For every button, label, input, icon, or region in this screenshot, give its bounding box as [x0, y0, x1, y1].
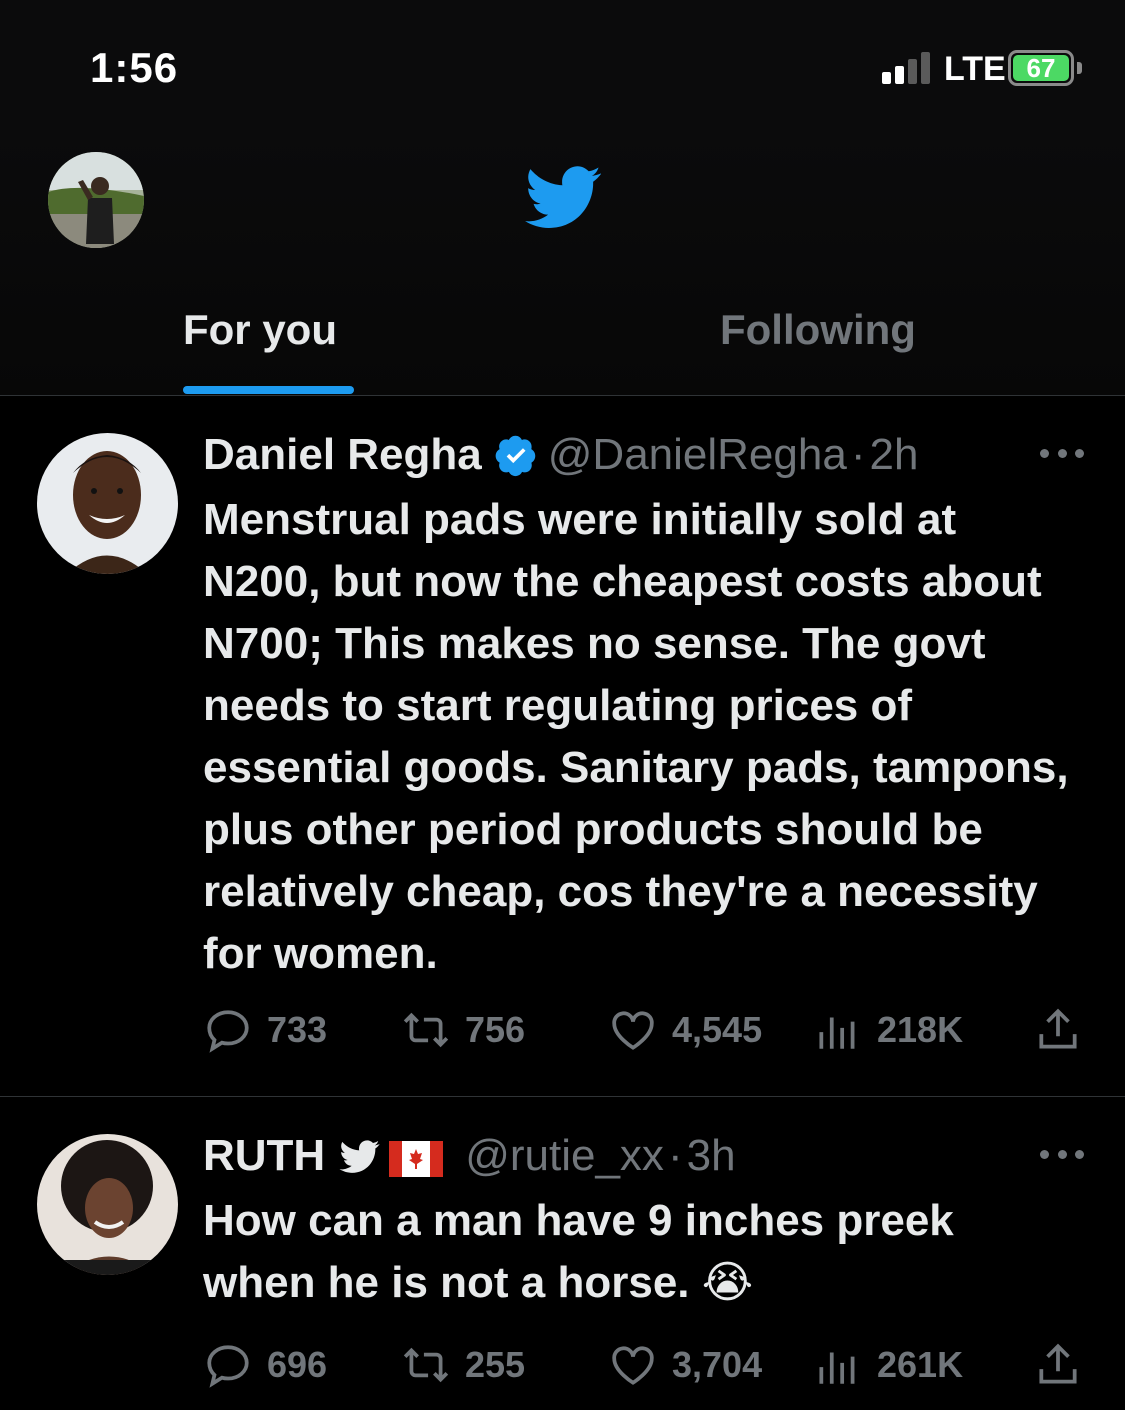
signal-strength-icon [882, 52, 936, 84]
reply-count: 733 [267, 1009, 328, 1050]
tweet-time[interactable]: 3h [687, 1131, 736, 1181]
views-button[interactable]: 218K [813, 1005, 963, 1055]
tweet-text-wrapper: How can a man have 9 inches preek when h… [203, 1190, 1023, 1314]
heart-icon [612, 1011, 654, 1050]
active-tab-indicator [183, 386, 354, 394]
like-count: 4,545 [672, 1009, 763, 1050]
crying-emoji: 😭 [701, 1258, 754, 1307]
separator: · [667, 1131, 683, 1180]
tweet-actions: 696 255 3,704 261K [203, 1340, 1088, 1390]
views-button[interactable]: 261K [813, 1340, 963, 1390]
twitter-bird-icon[interactable] [521, 158, 607, 234]
tweet-actions: 733 756 4,545 218K [203, 1005, 1088, 1055]
share-icon [1039, 1343, 1077, 1384]
battery-nub [1077, 62, 1082, 74]
verified-badge-icon [494, 433, 538, 477]
battery-level: 67 [1013, 55, 1069, 81]
retweet-button[interactable]: 756 [401, 1005, 525, 1055]
author-handle[interactable]: @rutie_xx [465, 1131, 664, 1181]
tweet-header: RUTH @rutie_xx · 3h [203, 1131, 736, 1181]
like-button[interactable]: 3,704 [608, 1340, 762, 1390]
profile-avatar[interactable] [48, 152, 144, 248]
view-count: 218K [877, 1009, 964, 1050]
tweet-text: How can a man have 9 inches preek when h… [203, 1196, 954, 1307]
retweet-icon [403, 1347, 449, 1383]
share-button[interactable] [1033, 1340, 1083, 1390]
retweet-button[interactable]: 255 [401, 1340, 525, 1390]
reply-icon [207, 1010, 249, 1053]
battery-icon: 67 [1008, 50, 1074, 86]
tweet-header: Daniel Regha @DanielRegha · 2h [203, 430, 918, 480]
tweet-time[interactable]: 2h [869, 430, 918, 480]
reply-button[interactable]: 696 [203, 1340, 327, 1390]
author-handle[interactable]: @DanielRegha [548, 430, 847, 480]
tweet-text: Menstrual pads were initially sold at N2… [203, 495, 1069, 978]
view-count: 261K [877, 1344, 964, 1385]
views-chart-icon [819, 1352, 855, 1384]
share-button[interactable] [1033, 1005, 1083, 1055]
tab-following[interactable]: Following [720, 306, 916, 354]
timeline-header: For you Following [0, 130, 1125, 396]
canada-flag-icon [389, 1138, 444, 1177]
reply-button[interactable]: 733 [203, 1005, 327, 1055]
like-button[interactable]: 4,545 [608, 1005, 762, 1055]
views-chart-icon [819, 1017, 855, 1049]
avatar[interactable] [37, 433, 178, 574]
separator: · [850, 430, 866, 479]
reply-count: 696 [267, 1344, 328, 1385]
tab-for-you[interactable]: For you [183, 306, 337, 354]
more-options-icon[interactable] [1040, 449, 1084, 461]
heart-icon [612, 1346, 654, 1385]
clock: 1:56 [90, 44, 179, 91]
avatar[interactable] [37, 1134, 178, 1275]
retweet-count: 255 [465, 1344, 526, 1385]
status-bar: 1:56 LTE 67 [0, 0, 1125, 130]
share-icon [1039, 1008, 1077, 1049]
more-options-icon[interactable] [1040, 1150, 1084, 1162]
tweet[interactable]: Daniel Regha @DanielRegha · 2h Menstrual… [0, 396, 1125, 1097]
retweet-count: 756 [465, 1009, 526, 1050]
retweet-icon [403, 1012, 449, 1048]
author-name[interactable]: Daniel Regha [203, 430, 482, 480]
network-type: LTE [944, 50, 1006, 88]
like-count: 3,704 [672, 1344, 763, 1385]
twitter-bird-icon [339, 1136, 381, 1176]
reply-icon [207, 1345, 249, 1388]
author-name[interactable]: RUTH [203, 1131, 325, 1181]
tweet[interactable]: RUTH @rutie_xx · 3h How can a man have 9… [0, 1097, 1125, 1410]
